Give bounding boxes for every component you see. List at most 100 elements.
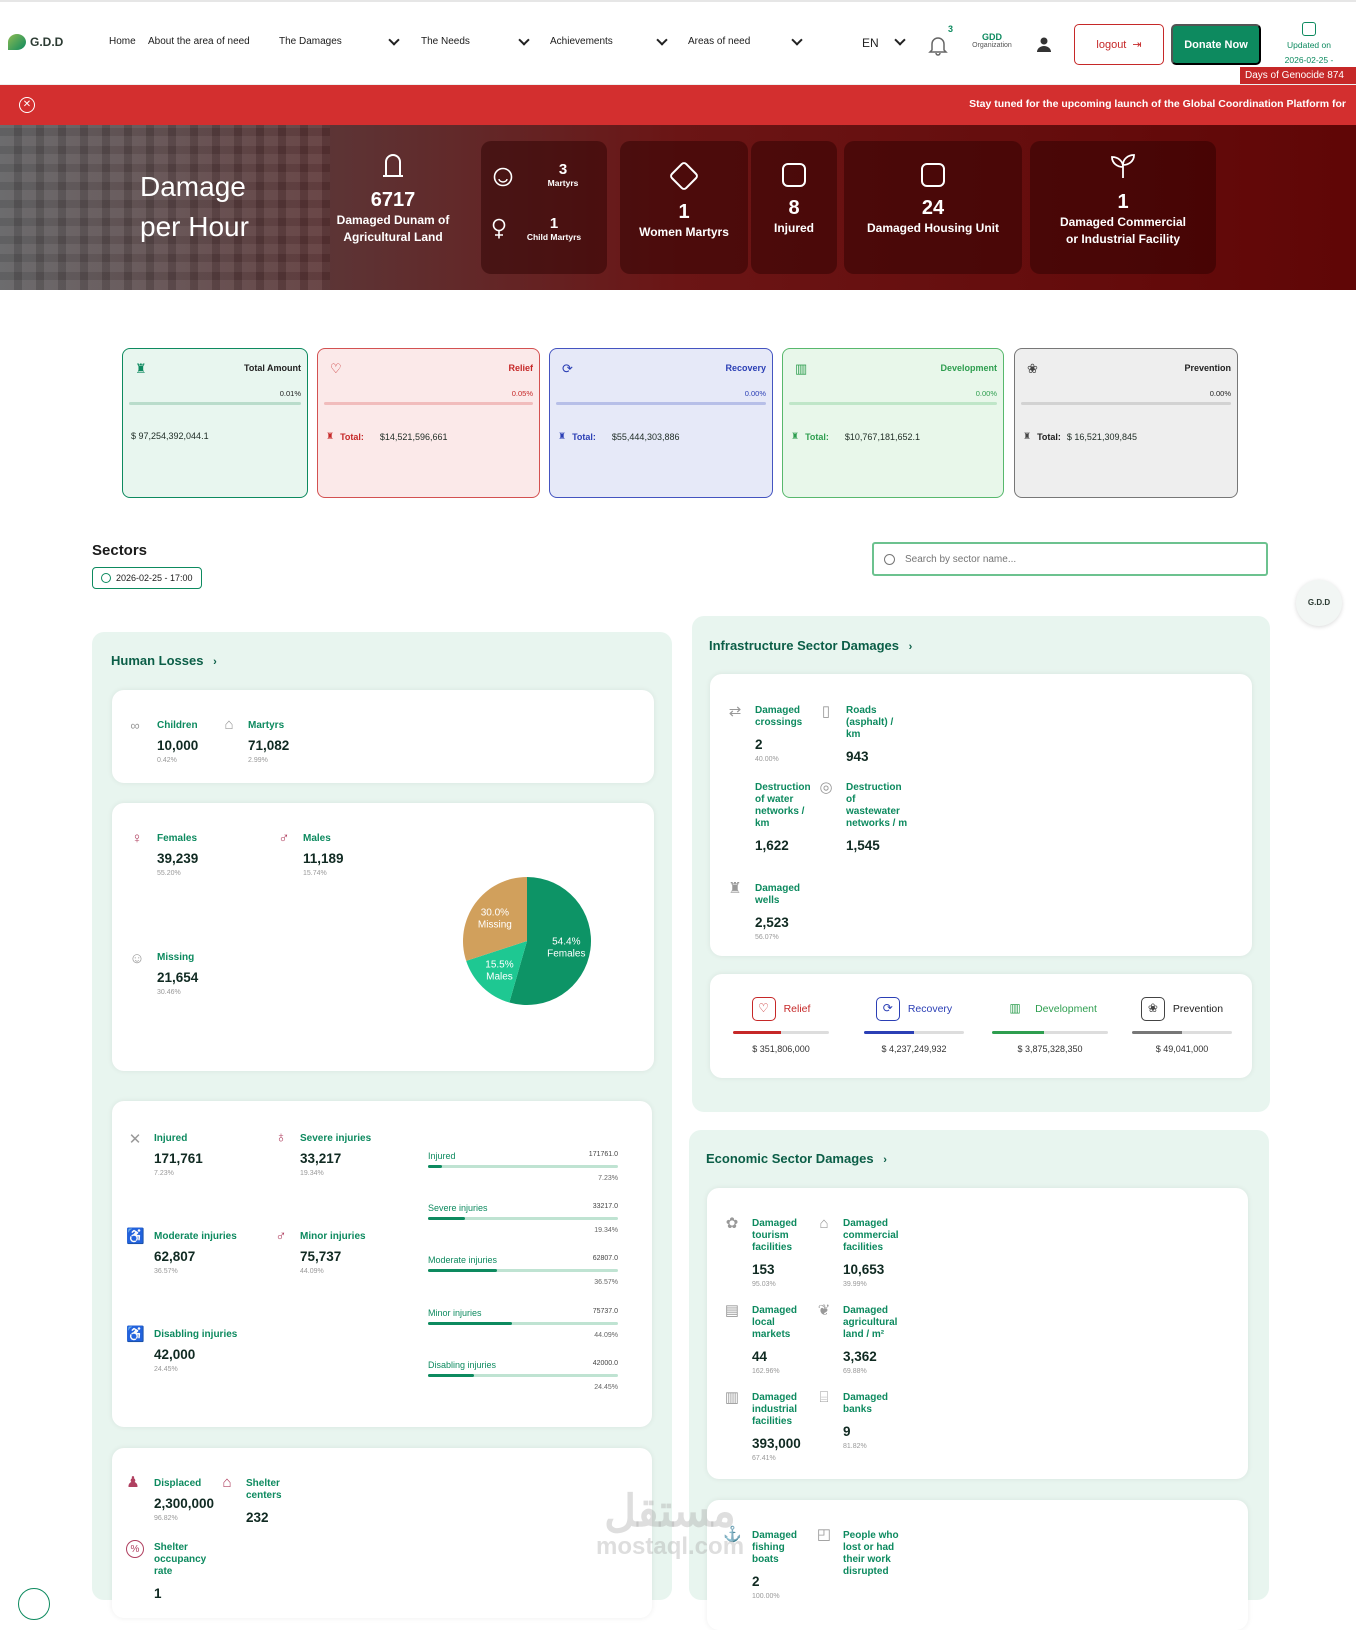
economic-title[interactable]: Economic Sector Damages › bbox=[706, 1151, 887, 1166]
summary-card-prevention[interactable]: ❀ Prevention 0.00% ♜ Total: $ 16,521,309,8… bbox=[1014, 348, 1238, 498]
stat-martyrs: 3 Martyrs bbox=[547, 161, 579, 188]
org-profile[interactable]: GDD Organization bbox=[966, 32, 1018, 49]
notification-count: 3 bbox=[948, 24, 954, 34]
stat-child-martyrs: 1 Child Martyrs bbox=[526, 215, 582, 242]
face-icon bbox=[493, 167, 513, 187]
nav-needs[interactable]: The Needs bbox=[421, 36, 470, 47]
updated-value: 2026-02-25 - 17:00 bbox=[1284, 55, 1334, 63]
card-title: Recovery bbox=[725, 363, 766, 373]
nav-areas[interactable]: Areas of need bbox=[688, 36, 750, 47]
metric-martyrs: Martyrs 71,082 2.99% bbox=[248, 720, 290, 764]
chevron-down-icon[interactable] bbox=[893, 34, 907, 48]
metric-males: Males 11,189 15.74% bbox=[303, 833, 344, 877]
chevron-down-icon[interactable] bbox=[655, 34, 669, 48]
card-percent: 0.00% bbox=[744, 389, 766, 398]
metric-agri-land: Damaged agricultural land / m² 3,362 69.88… bbox=[843, 1305, 898, 1375]
floating-logo-button[interactable]: G.D.D bbox=[1296, 580, 1342, 626]
logout-label: logout bbox=[1096, 38, 1127, 51]
sectors-title: Sectors bbox=[92, 542, 148, 559]
card-total: ♜ Total: $14,521,596,661 bbox=[326, 431, 448, 442]
updated-label: Updated on bbox=[1287, 40, 1331, 50]
language-selector[interactable]: EN bbox=[862, 36, 879, 50]
severe-injury-icon: ♁ bbox=[275, 1129, 287, 1146]
chevron-down-icon[interactable] bbox=[517, 34, 531, 48]
hands-shield-icon: ❀ bbox=[1140, 997, 1165, 1021]
human-losses-title[interactable]: Human Losses › bbox=[111, 653, 217, 668]
metric-displaced: Displaced 2,300,000 96.82% bbox=[154, 1478, 215, 1522]
stat-injured: 8 Injured bbox=[751, 163, 837, 237]
metric-missing: Missing 21,654 30.46% bbox=[157, 952, 199, 996]
card-progress-bar bbox=[556, 402, 766, 405]
store-icon: ⌂ bbox=[819, 1215, 829, 1232]
top-navbar: G.D.D Home About the area of need The Da… bbox=[0, 2, 1356, 85]
money-bag-icon: ♜ bbox=[135, 361, 147, 376]
missing-person-icon: ☺ bbox=[129, 950, 145, 967]
summary-card-total[interactable]: ♜ Total Amount 0.01% $ 97,254,392,044.1 bbox=[122, 348, 308, 498]
scroll-top-button[interactable] bbox=[18, 1588, 50, 1620]
money-bag-icon: ♜ bbox=[326, 431, 335, 441]
well-icon: ♜ bbox=[728, 880, 742, 897]
nav-about[interactable]: About the area of need bbox=[148, 36, 250, 47]
card-percent: 0.00% bbox=[975, 389, 997, 398]
shelter-icon: ⌂ bbox=[222, 1474, 232, 1491]
metric-commercial: Damaged commercial facilities 10,653 39.99… bbox=[843, 1218, 899, 1288]
summary-card-recovery[interactable]: ⟳ Recovery 0.00% ♜ Total: $55,444,303,886 bbox=[549, 348, 773, 498]
metric-tourism: Damaged tourism facilities 153 95.03% bbox=[752, 1218, 798, 1288]
bandage-icon: ✕ bbox=[128, 1131, 142, 1148]
fund-development[interactable]: ▥ Development $ 3,875,328,350 bbox=[992, 997, 1108, 1054]
injury-bar-injured: Injured 171761.0 7.23% bbox=[428, 1151, 618, 1182]
card-progress-bar bbox=[789, 402, 997, 405]
nav-damages[interactable]: The Damages bbox=[279, 36, 342, 47]
site-logo[interactable]: G.D.D bbox=[8, 34, 63, 50]
chart-icon: ▥ bbox=[1003, 997, 1028, 1021]
bell-icon[interactable] bbox=[928, 34, 948, 56]
house-icon bbox=[782, 163, 806, 187]
metric-shelter-occupancy: Shelter occupancy rate 1 bbox=[154, 1542, 207, 1601]
stat-label: Agricultural Land bbox=[343, 230, 443, 244]
metric-roads: Roads (asphalt) / km 943 bbox=[846, 705, 894, 764]
stat-women-martyrs: 1 Women Martyrs bbox=[620, 160, 748, 241]
close-icon[interactable]: ✕ bbox=[19, 97, 35, 113]
nav-achievements[interactable]: Achievements bbox=[550, 36, 613, 47]
gender-pie-chart: 54.4% Females 15.5% Males 30.0% Missing bbox=[463, 877, 591, 1005]
family-icon: ♟ bbox=[126, 1474, 140, 1491]
male-figure-icon: ♂ bbox=[278, 830, 290, 847]
stat-value: 6717 bbox=[370, 189, 416, 211]
sectors-date-badge: 2026-02-25 - 17:00 bbox=[92, 567, 202, 589]
card-title: Total Amount bbox=[244, 363, 301, 373]
summary-card-development[interactable]: ▥ Development 0.00% ♜ Total: $10,767,181,6… bbox=[782, 348, 1004, 498]
card-percent: 0.01% bbox=[279, 389, 301, 398]
chart-icon: ▥ bbox=[795, 361, 808, 376]
metric-disabling: Disabling injuries 42,000 24.45% bbox=[154, 1329, 238, 1373]
diamond-icon bbox=[668, 160, 700, 192]
card-total: $ 97,254,392,044.1 bbox=[131, 431, 209, 441]
metric-crossings: Damaged crossings 2 40.00% bbox=[755, 705, 803, 763]
metric-wastewater: Destruction of wastewater networks / m 1,… bbox=[846, 782, 908, 853]
fund-recovery[interactable]: ⟳ Recovery $ 4,237,249,932 bbox=[864, 997, 964, 1054]
stat-commercial: 1 Damaged Commercial or Industrial Facil… bbox=[1030, 153, 1216, 248]
injury-bar-moderate: Moderate injuries 62807.0 36.57% bbox=[428, 1255, 618, 1286]
briefcase-icon: ◰ bbox=[816, 1526, 832, 1543]
metric-moderate: Moderate injuries 62,807 36.57% bbox=[154, 1231, 237, 1275]
fund-prevention[interactable]: ❀ Prevention $ 49,041,000 bbox=[1132, 997, 1232, 1054]
hand-heart-icon: ♡ bbox=[330, 361, 342, 376]
summary-card-relief[interactable]: ♡ Relief 0.05% ♜ Total: $14,521,596,661 bbox=[317, 348, 540, 498]
logout-button[interactable]: logout ⇥ bbox=[1074, 24, 1164, 65]
donate-button[interactable]: Donate Now bbox=[1171, 24, 1261, 65]
injury-bar-disabling: Disabling injuries 42000.0 24.45% bbox=[428, 1360, 618, 1391]
building-icon bbox=[921, 163, 945, 187]
wheelchair-icon: ♿ bbox=[126, 1326, 145, 1343]
chevron-down-icon[interactable] bbox=[387, 34, 401, 48]
fund-relief[interactable]: ♡ Relief $ 351,806,000 bbox=[733, 997, 829, 1054]
infrastructure-title[interactable]: Infrastructure Sector Damages › bbox=[709, 638, 912, 653]
user-icon[interactable] bbox=[1036, 36, 1052, 52]
metric-injured: Injured 171,761 7.23% bbox=[154, 1133, 203, 1177]
logo-text: G.D.D bbox=[30, 35, 64, 49]
search-input[interactable] bbox=[905, 553, 1245, 565]
chevron-down-icon[interactable] bbox=[790, 34, 804, 48]
sector-search[interactable] bbox=[872, 542, 1268, 576]
metric-water-networks: Destruction of water networks / km 1,622 bbox=[755, 782, 811, 853]
org-name: GDD bbox=[982, 32, 1002, 42]
tourism-icon: ✿ bbox=[725, 1215, 739, 1232]
nav-home[interactable]: Home bbox=[109, 36, 136, 47]
